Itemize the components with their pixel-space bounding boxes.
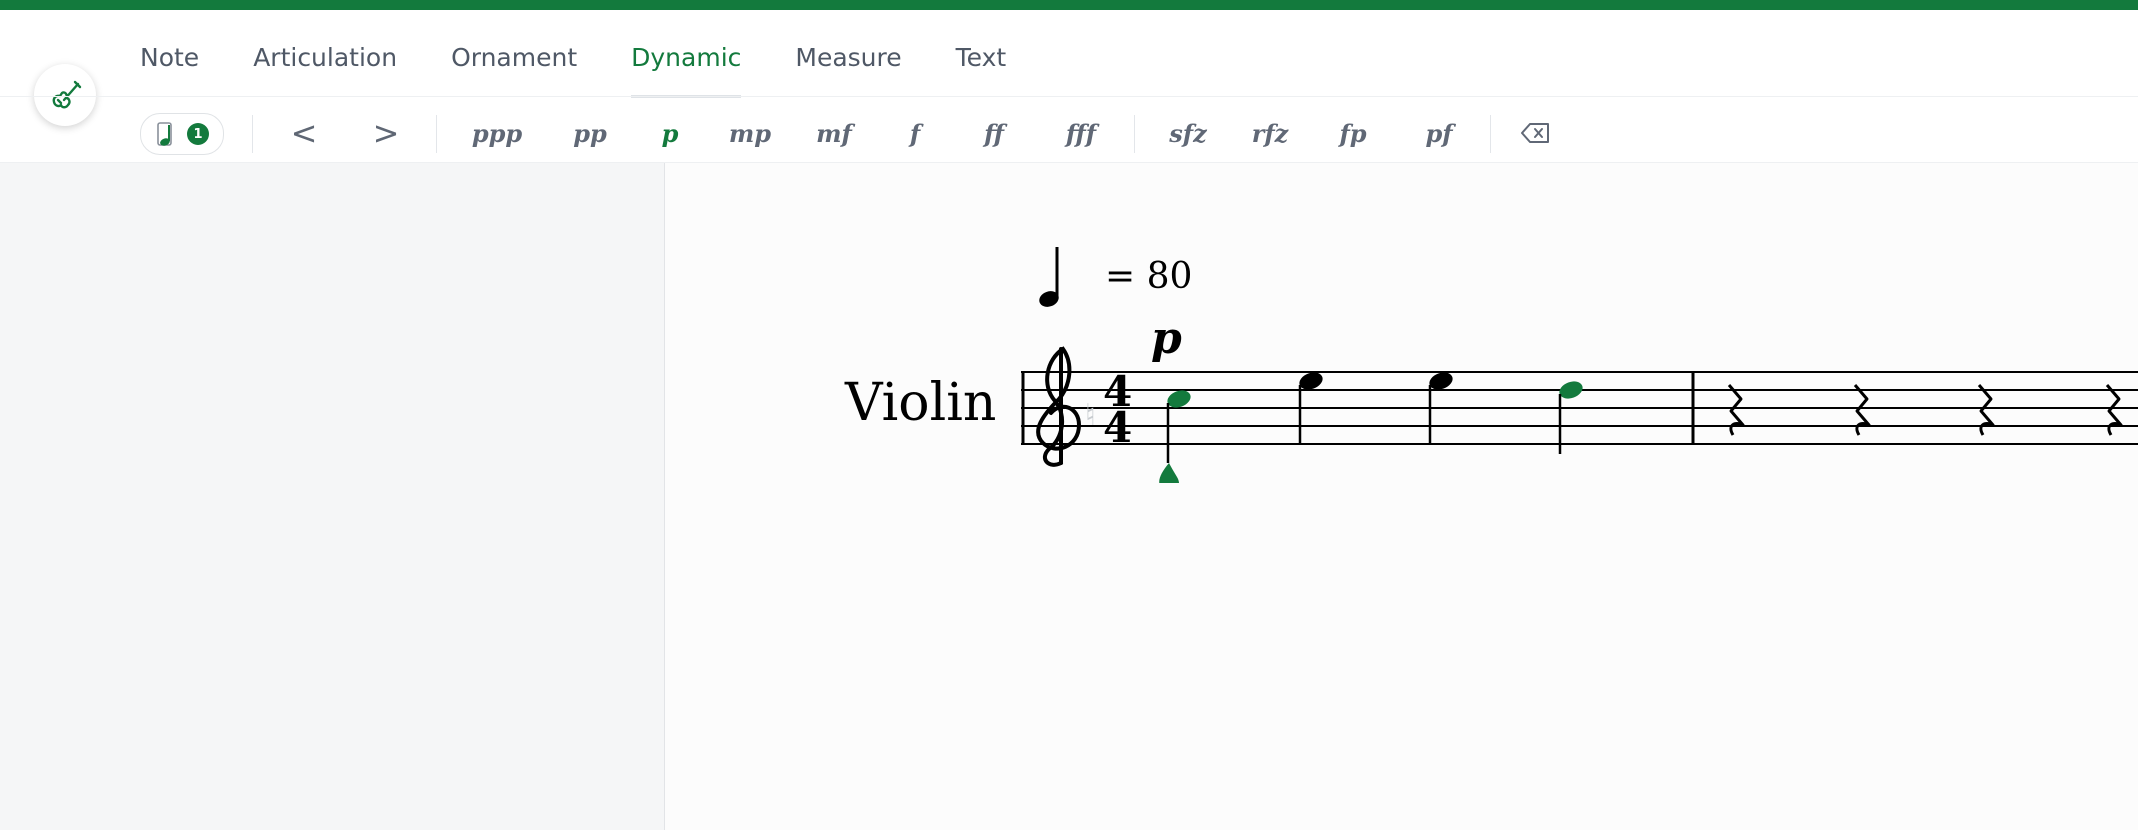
dynamic-mp-button[interactable]: mp [728,111,772,155]
toolbar-separator [1134,115,1135,153]
tab-measure[interactable]: Measure [795,20,901,96]
left-panel [0,163,665,830]
dynamic-mf-button[interactable]: mf [814,111,854,155]
tab-note[interactable]: Note [140,20,199,96]
decrescendo-button[interactable]: > [364,111,408,155]
toolbar-separator [252,115,253,153]
dynamic-ppp-button[interactable]: ppp [470,111,524,155]
top-accent-bar [0,0,2138,10]
accent-rfz-button[interactable]: rfz [1248,111,1292,155]
dynamic-toolbar: 1 < > ppp pp p mp mf f ff fff sfz rfz fp… [0,107,2138,163]
toolbar-separator [436,115,437,153]
main-tabs: Note Articulation Ornament Dynamic Measu… [140,20,1060,98]
dynamic-p-button[interactable]: p [654,111,686,155]
notes-icon [157,122,172,146]
tab-dynamic[interactable]: Dynamic [631,20,742,98]
dynamic-pp-button[interactable]: pp [568,111,612,155]
voice-count-badge: 1 [187,123,209,145]
toolbar-separator [1490,115,1491,153]
voice-selector-button[interactable]: 1 [140,113,224,155]
backspace-icon [1521,123,1549,143]
dynamic-ff-button[interactable]: ff [974,111,1014,155]
accent-pf-button[interactable]: pf [1420,111,1458,155]
tab-text[interactable]: Text [956,20,1007,96]
staff: ♮ 4 4 [1021,346,2138,483]
tab-articulation[interactable]: Articulation [253,20,397,96]
svg-text:♮: ♮ [1085,398,1096,433]
tab-ornament[interactable]: Ornament [451,20,577,96]
tab-divider [0,96,2138,97]
accent-sfz-button[interactable]: sfz [1166,111,1210,155]
delete-dynamic-button[interactable] [1516,111,1556,155]
svg-text:4: 4 [1103,403,1132,452]
score-canvas[interactable]: Violin = 80 p ♮ 4 4 [665,163,2138,830]
accent-fp-button[interactable]: fp [1334,111,1372,155]
header: Note Articulation Ornament Dynamic Measu… [0,10,2138,163]
dynamic-f-button[interactable]: f [900,111,930,155]
dynamic-fff-button[interactable]: fff [1058,111,1104,155]
crescendo-button[interactable]: < [282,111,326,155]
